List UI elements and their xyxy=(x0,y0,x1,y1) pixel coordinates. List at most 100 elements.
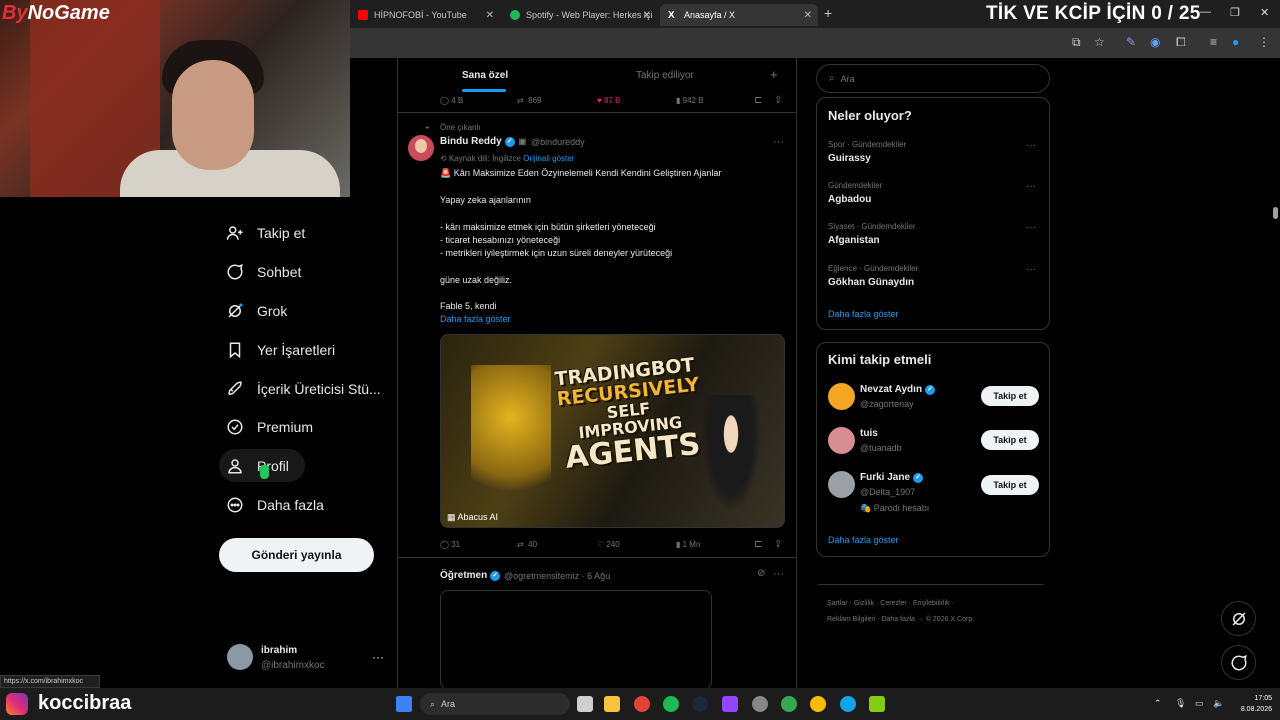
show-more-trends-link[interactable]: Daha fazla göster xyxy=(828,309,899,319)
task-view-icon[interactable] xyxy=(577,696,593,712)
more-icon[interactable]: ··· xyxy=(773,136,784,148)
follow-button[interactable]: Takip et xyxy=(981,475,1039,495)
more-icon[interactable]: ··· xyxy=(372,650,384,664)
browser-tab-youtube[interactable]: HİPNOFOBİ - YouTube ✕ xyxy=(350,4,500,26)
reply-button[interactable]: ◯ 4 B xyxy=(440,96,463,105)
share-icon[interactable]: ⇪ xyxy=(774,95,782,106)
post-button[interactable]: Gönderi yayınla xyxy=(219,538,374,572)
show-more-link[interactable]: Daha fazla göster xyxy=(440,314,511,324)
scrollbar[interactable] xyxy=(1270,58,1280,688)
tweet-handle[interactable]: @bindureddy xyxy=(531,137,585,147)
more-icon[interactable]: ··· xyxy=(1026,264,1036,275)
grok-icon[interactable]: ⊘ xyxy=(757,568,765,579)
like-button[interactable]: ♥ 87 B xyxy=(597,96,620,105)
avatar[interactable] xyxy=(408,135,434,161)
edge-icon[interactable] xyxy=(840,696,856,712)
views-stat[interactable]: ▮ 1 Mn xyxy=(676,540,700,549)
network-icon[interactable]: ▭ xyxy=(1195,698,1204,709)
twitch-icon[interactable] xyxy=(722,696,738,712)
taskbar-search[interactable]: ⌕ Ara xyxy=(420,693,570,715)
windows-start-icon[interactable] xyxy=(396,696,412,712)
tweet-author[interactable]: Bindu Reddy ✓ ▣ xyxy=(440,136,526,147)
nav-item-follow[interactable]: Takip et xyxy=(226,220,305,246)
chrome-icon[interactable] xyxy=(810,696,826,712)
nav-item-creator-studio[interactable]: İçerik Üreticisi Stü... xyxy=(226,376,381,402)
more-icon[interactable]: ··· xyxy=(1026,140,1036,151)
trend-item[interactable]: Agbadou xyxy=(828,194,871,205)
screen-cast-icon[interactable]: ⧉ xyxy=(1072,35,1081,50)
like-button[interactable]: ♡ 240 xyxy=(597,540,620,549)
nav-item-chat[interactable]: Sohbet xyxy=(226,259,301,285)
browser-tab-spotify[interactable]: Spotify - Web Player: Herkes içi ✕ xyxy=(502,4,657,26)
close-icon[interactable]: ✕ xyxy=(643,10,651,21)
volume-icon[interactable]: 🔈 xyxy=(1213,698,1224,709)
follow-button[interactable]: Takip et xyxy=(981,430,1039,450)
nav-item-premium[interactable]: Premium xyxy=(226,414,313,440)
follow-button[interactable]: Takip et xyxy=(981,386,1039,406)
obs-icon[interactable] xyxy=(752,696,768,712)
suggested-user-name[interactable]: tuis xyxy=(860,428,878,439)
chrome-icon[interactable] xyxy=(634,696,650,712)
show-more-follow-link[interactable]: Daha fazla göster xyxy=(828,535,899,545)
repost-button[interactable]: ⇄ 869 xyxy=(517,96,542,105)
file-explorer-icon[interactable] xyxy=(604,696,620,712)
tweet-media-card[interactable] xyxy=(440,590,712,690)
grok-fab-button[interactable] xyxy=(1221,601,1256,636)
chevron-up-icon[interactable]: ⌃ xyxy=(1154,698,1162,709)
reply-button[interactable]: ◯ 31 xyxy=(440,540,460,549)
chart-icon: ▮ xyxy=(676,96,683,105)
star-icon[interactable]: ☆ xyxy=(1094,35,1105,49)
new-tab-button[interactable]: + xyxy=(824,5,832,21)
next-tweet-author[interactable]: Öğretmen ✓ xyxy=(440,570,501,581)
show-original-link[interactable]: Orijinali göster xyxy=(523,154,574,163)
spotify-icon[interactable] xyxy=(663,696,679,712)
nav-item-profile[interactable]: Profil xyxy=(226,453,289,479)
more-icon[interactable]: ··· xyxy=(1026,181,1036,192)
extensions-icon[interactable]: ⧠ xyxy=(1176,35,1186,50)
next-tweet-handle[interactable]: @ogretmensitemiz · 6 Ağu xyxy=(504,571,610,581)
steam-icon[interactable] xyxy=(692,696,708,712)
share-icon[interactable]: ⇪ xyxy=(774,539,782,550)
microphone-icon[interactable]: 🎙 xyxy=(1175,698,1186,709)
nav-item-bookmarks[interactable]: Yer İşaretleri xyxy=(226,337,335,363)
window-close-icon[interactable]: ✕ xyxy=(1260,6,1269,19)
profile-icon[interactable]: ● xyxy=(1232,35,1239,49)
bookmark-icon[interactable]: ⊏ xyxy=(754,539,762,550)
avatar[interactable] xyxy=(828,471,855,498)
tab-following[interactable]: Takip ediliyor xyxy=(636,70,694,81)
scrollbar-thumb[interactable] xyxy=(1273,207,1278,219)
maximize-icon[interactable]: ❐ xyxy=(1230,6,1240,19)
bookmark-icon[interactable]: ⊏ xyxy=(754,95,762,106)
media-icon[interactable]: ≡ xyxy=(1210,35,1217,49)
close-icon[interactable]: ✕ xyxy=(486,10,494,21)
suggested-user-name[interactable]: Furki Jane ✓ xyxy=(860,472,924,483)
taskbar-clock[interactable]: 17:05 8.08.2026 xyxy=(1232,693,1272,715)
tab-for-you[interactable]: Sana özel xyxy=(462,70,508,81)
trend-item[interactable]: Afganistan xyxy=(828,235,880,246)
suggested-user-name[interactable]: Nevzat Aydın ✓ xyxy=(860,384,936,395)
avatar[interactable] xyxy=(828,383,855,410)
more-icon[interactable]: ··· xyxy=(1026,222,1036,233)
chrome-icon[interactable] xyxy=(781,696,797,712)
audio-icon[interactable]: ◉ xyxy=(1150,35,1160,49)
footer-links[interactable]: Şartlar · Gizlilik · Çerezler · Erişileb… xyxy=(827,600,954,607)
views-stat[interactable]: ▮ 942 B xyxy=(676,96,704,105)
close-icon[interactable]: ✕ xyxy=(804,10,812,21)
search-input[interactable]: ⌕ Ara xyxy=(816,64,1050,93)
repost-button[interactable]: ⇄ 40 xyxy=(517,540,537,549)
trend-item[interactable]: Gökhan Günaydın xyxy=(828,277,914,288)
menu-icon[interactable]: ⋮ xyxy=(1258,35,1270,49)
minimize-icon[interactable]: — xyxy=(1200,6,1211,18)
footer-links[interactable]: Reklam Bilgileri · Daha fazla ··· © 2026… xyxy=(827,616,974,623)
trend-item[interactable]: Guirassy xyxy=(828,153,871,164)
add-list-icon[interactable]: + xyxy=(770,67,778,82)
pen-icon[interactable]: ✎ xyxy=(1126,35,1136,49)
avatar[interactable] xyxy=(828,427,855,454)
browser-tab-x[interactable]: X Anasayfa / X ✕ xyxy=(660,4,818,26)
nav-item-more[interactable]: Daha fazla xyxy=(226,492,324,518)
nav-item-grok[interactable]: Grok xyxy=(226,298,287,324)
tweet-image[interactable]: TRADINGBOT RECURSIVELY SELF IMPROVING AG… xyxy=(440,334,785,528)
app-icon[interactable] xyxy=(869,696,885,712)
messages-fab-button[interactable] xyxy=(1221,645,1256,680)
more-icon[interactable]: ··· xyxy=(773,568,784,580)
